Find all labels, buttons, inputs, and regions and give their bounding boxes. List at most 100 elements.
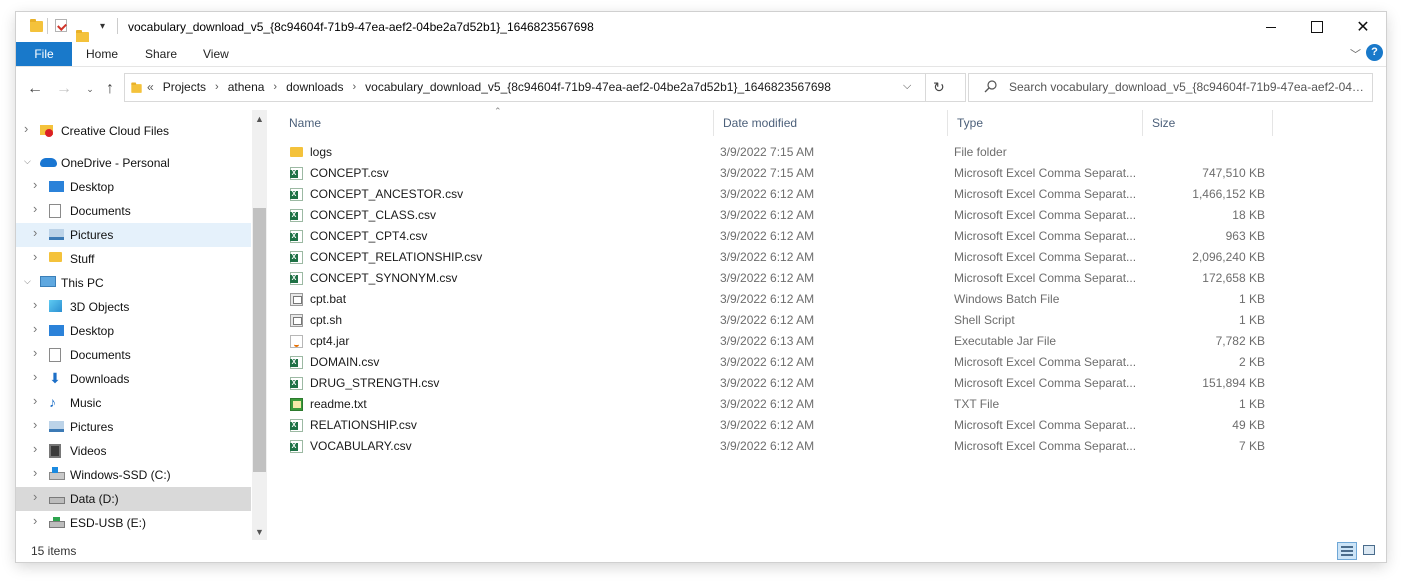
nav-item[interactable]: › Stuff [16,247,251,271]
nav-item[interactable]: ⌵ This PC [16,271,251,295]
file-row[interactable]: X DRUG_STRENGTH.csv 3/9/2022 6:12 AM Micros… [280,373,1280,394]
close-button[interactable]: ✕ [1340,12,1386,42]
breadcrumb-athena[interactable]: athena [228,74,265,101]
chevron-right-icon[interactable]: › [33,249,37,264]
chevron-down-icon[interactable]: ⌵ [24,156,31,167]
file-size: 963 KB [1225,229,1265,243]
videos-folder-icon [49,444,61,458]
nav-item-label: Desktop [70,324,115,338]
breadcrumb: « Projects › athena › downloads › vocabu… [147,74,831,101]
checkmark-icon [57,21,67,31]
nav-item[interactable]: › Windows-SSD (C:) [16,463,251,487]
scrollbar-thumb[interactable] [253,208,266,472]
chevron-right-icon[interactable]: › [33,297,37,312]
file-row[interactable]: X CONCEPT_RELATIONSHIP.csv 3/9/2022 6:12 A… [280,247,1280,268]
file-row[interactable]: readme.txt 3/9/2022 6:12 AM TXT File 1 KB [280,394,1280,415]
back-button[interactable]: ← [25,79,45,99]
nav-item[interactable]: › ♪ Music [16,391,251,415]
file-row[interactable]: logs 3/9/2022 7:15 AM File folder [280,142,1280,163]
chevron-right-icon[interactable]: › [273,74,277,101]
breadcrumb-downloads[interactable]: downloads [286,74,343,101]
nav-item[interactable]: › 3D Objects [16,295,251,319]
drive-icon [49,497,65,504]
file-list: ⌃ Name Date modified Type Size logs 3/9/2… [280,106,1386,542]
file-row[interactable]: cpt.sh 3/9/2022 6:12 AM Shell Script 1 KB [280,310,1280,331]
chevron-right-icon[interactable]: › [24,121,28,136]
nav-item[interactable]: › Desktop [16,319,251,343]
nav-item[interactable]: › Documents [16,343,251,367]
chevron-right-icon[interactable]: › [33,417,37,432]
breadcrumb-projects[interactable]: Projects [163,74,206,101]
excel-icon: X [290,188,303,201]
nav-item[interactable]: › ⬇ Downloads [16,367,251,391]
chevron-right-icon[interactable]: › [33,513,37,528]
nav-scrollbar[interactable]: ▲ ▼ [252,110,267,542]
tab-view[interactable]: View [203,42,229,66]
up-button[interactable]: ↑ [100,79,120,99]
chevron-right-icon[interactable]: › [33,345,37,360]
tab-file[interactable]: File [16,42,72,66]
customize-quick-access-icon[interactable]: ▾ [100,21,105,35]
chevron-right-icon[interactable]: › [33,201,37,216]
nav-item[interactable]: › Pictures [16,415,251,439]
file-row[interactable]: X CONCEPT_CLASS.csv 3/9/2022 6:12 AM Micros… [280,205,1280,226]
chevron-right-icon[interactable]: › [215,74,219,101]
file-row[interactable]: X DOMAIN.csv 3/9/2022 6:12 AM Microsoft Exc… [280,352,1280,373]
file-row[interactable]: X CONCEPT_ANCESTOR.csv 3/9/2022 6:12 AM Mic… [280,184,1280,205]
maximize-button[interactable] [1294,12,1340,42]
file-row[interactable]: X RELATIONSHIP.csv 3/9/2022 6:12 AM Microso… [280,415,1280,436]
file-row[interactable]: cpt4.jar 3/9/2022 6:13 AM Executable Jar F… [280,331,1280,352]
nav-item-label: Music [70,396,102,410]
large-icons-view-button[interactable] [1360,542,1380,560]
chevron-right-icon[interactable]: › [33,321,37,336]
column-header-type[interactable]: Type [948,110,1143,136]
nav-item[interactable]: › Creative Cloud Files [16,119,251,143]
search-box[interactable]: Search vocabulary_download_v5_{8c94604f-… [968,73,1373,102]
nav-item[interactable]: › Data (D:) [16,487,251,511]
file-row[interactable]: cpt.bat 3/9/2022 6:12 AM Windows Batch Fil… [280,289,1280,310]
column-header-size[interactable]: Size [1143,110,1273,136]
chevron-right-icon[interactable]: › [33,177,37,192]
column-header-name[interactable]: Name [280,110,714,136]
chevron-right-icon[interactable]: › [33,465,37,480]
chevron-right-icon[interactable]: › [33,489,37,504]
address-bar[interactable]: « Projects › athena › downloads › vocabu… [124,73,966,102]
refresh-button[interactable]: ↻ [933,79,945,96]
nav-item[interactable]: › Videos [16,439,251,463]
nav-item[interactable]: › ESD-USB (E:) [16,511,251,535]
file-name: cpt.bat [310,292,347,306]
help-icon[interactable]: ? [1366,44,1383,61]
tab-home[interactable]: Home [86,42,118,66]
chevron-right-icon[interactable]: › [33,225,37,240]
chevron-right-icon[interactable]: › [33,369,37,384]
nav-item[interactable]: › Pictures [16,223,251,247]
file-type: Microsoft Excel Comma Separat... [954,271,1137,285]
recent-locations-button[interactable]: ⌄ [80,79,100,99]
nav-item[interactable]: › Documents [16,199,251,223]
properties-icon[interactable] [55,19,67,32]
file-row[interactable]: X CONCEPT_CPT4.csv 3/9/2022 6:12 AM Microso… [280,226,1280,247]
chevron-right-icon[interactable]: › [33,441,37,456]
file-row[interactable]: X CONCEPT_SYNONYM.csv 3/9/2022 6:12 AM Micr… [280,268,1280,289]
scroll-up-icon[interactable]: ▲ [252,111,267,127]
minimize-button[interactable] [1248,12,1294,42]
chevron-down-icon[interactable]: ⌵ [24,276,31,287]
expand-ribbon-icon[interactable]: ﹀ [1350,46,1361,62]
excel-icon: X [290,272,303,285]
details-view-button[interactable] [1337,542,1357,560]
chevron-right-icon[interactable]: › [352,74,356,101]
search-input[interactable]: Search vocabulary_download_v5_{8c94604f-… [1009,74,1369,101]
file-explorer-window: ▾ vocabulary_download_v5_{8c94604f-71b9-… [16,12,1386,562]
column-header-date-modified[interactable]: Date modified [714,110,948,136]
address-history-dropdown[interactable]: ⌵ [903,80,911,93]
nav-item[interactable]: ⌵ OneDrive - Personal [16,151,251,175]
file-row[interactable]: X CONCEPT.csv 3/9/2022 7:15 AM Microsoft Ex… [280,163,1280,184]
file-row[interactable]: X VOCABULARY.csv 3/9/2022 6:12 AM Microsoft… [280,436,1280,457]
chevron-right-icon[interactable]: › [33,393,37,408]
breadcrumb-overflow[interactable]: « [147,74,154,101]
nav-item[interactable]: › Desktop [16,175,251,199]
tab-share[interactable]: Share [145,42,177,66]
breadcrumb-current-folder[interactable]: vocabulary_download_v5_{8c94604f-71b9-47… [365,74,831,101]
scroll-down-icon[interactable]: ▼ [252,524,267,540]
forward-button[interactable]: → [54,79,74,99]
